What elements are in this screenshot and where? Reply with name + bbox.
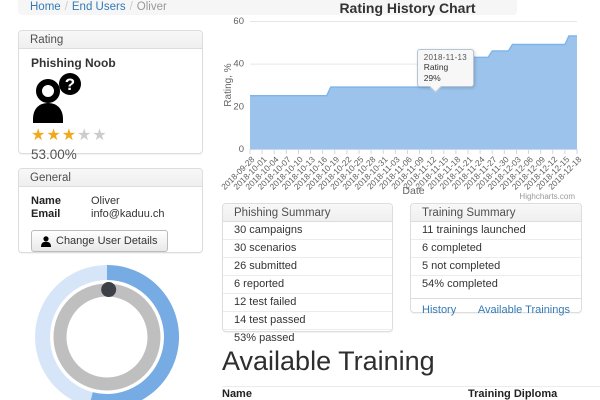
svg-text:20: 20: [233, 101, 244, 112]
field-value: info@kaduu.ch: [91, 208, 165, 220]
svg-text:Date: Date: [402, 185, 424, 197]
svg-text:0: 0: [239, 144, 244, 155]
tooltip-series: Rating: [423, 62, 449, 73]
user-dashboard-page: Home / End Users / Oliver Rating Phishing No…: [0, 0, 600, 400]
person-icon: [41, 235, 51, 247]
training-summary-panel: Training Summary 11 trainings launched 6 …: [410, 203, 582, 316]
svg-text:40: 40: [233, 59, 244, 70]
phishing-summary-header: Phishing Summary: [223, 204, 392, 222]
chart-tooltip: 2018-11-13 Rating 29%: [416, 49, 475, 88]
change-user-details-button[interactable]: Change User Details: [31, 230, 168, 252]
list-item: 6 reported: [223, 275, 392, 293]
list-item: 6 completed: [411, 239, 581, 257]
column-header-training-diploma: Training Diploma: [468, 388, 558, 400]
list-item: 12 test failed: [223, 293, 392, 311]
list-item: 54% completed: [411, 275, 581, 293]
list-item: 26 submitted: [223, 257, 392, 275]
available-training-table-header: Name Training Diploma: [222, 388, 600, 400]
svg-text:Rating, %: Rating, %: [223, 63, 234, 106]
available-trainings-link[interactable]: Available Trainings: [478, 304, 570, 316]
history-link[interactable]: History: [422, 304, 456, 316]
field-label: Email: [31, 208, 61, 220]
phishing-summary-panel: Phishing Summary 30 campaigns 30 scenario…: [222, 203, 393, 344]
list-item: 53% passed: [223, 329, 392, 347]
rating-history-chart[interactable]: 02040602018-09-282018-10-012018-10-04201…: [0, 0, 600, 205]
highcharts-credit: Highcharts.com: [519, 192, 575, 201]
list-item: 5 not completed: [411, 257, 581, 275]
tooltip-date: 2018-11-13: [423, 53, 468, 63]
svg-text:60: 60: [233, 16, 244, 27]
general-field-row: Email info@kaduu.ch: [31, 208, 190, 221]
list-item: 30 campaigns: [234, 224, 303, 236]
list-item: 30 scenarios: [223, 239, 392, 257]
progress-ring: [35, 265, 179, 400]
change-user-details-label: Change User Details: [56, 235, 158, 247]
training-summary-links: History Available Trainings: [411, 298, 581, 316]
list-item: 14 test passed: [223, 311, 392, 329]
training-summary-header: Training Summary: [411, 204, 581, 222]
tooltip-value: 29%: [423, 72, 441, 83]
list-item: 11 trainings launched: [422, 224, 526, 236]
available-training-heading: Available Training: [222, 346, 600, 387]
column-header-name: Name: [222, 388, 252, 400]
